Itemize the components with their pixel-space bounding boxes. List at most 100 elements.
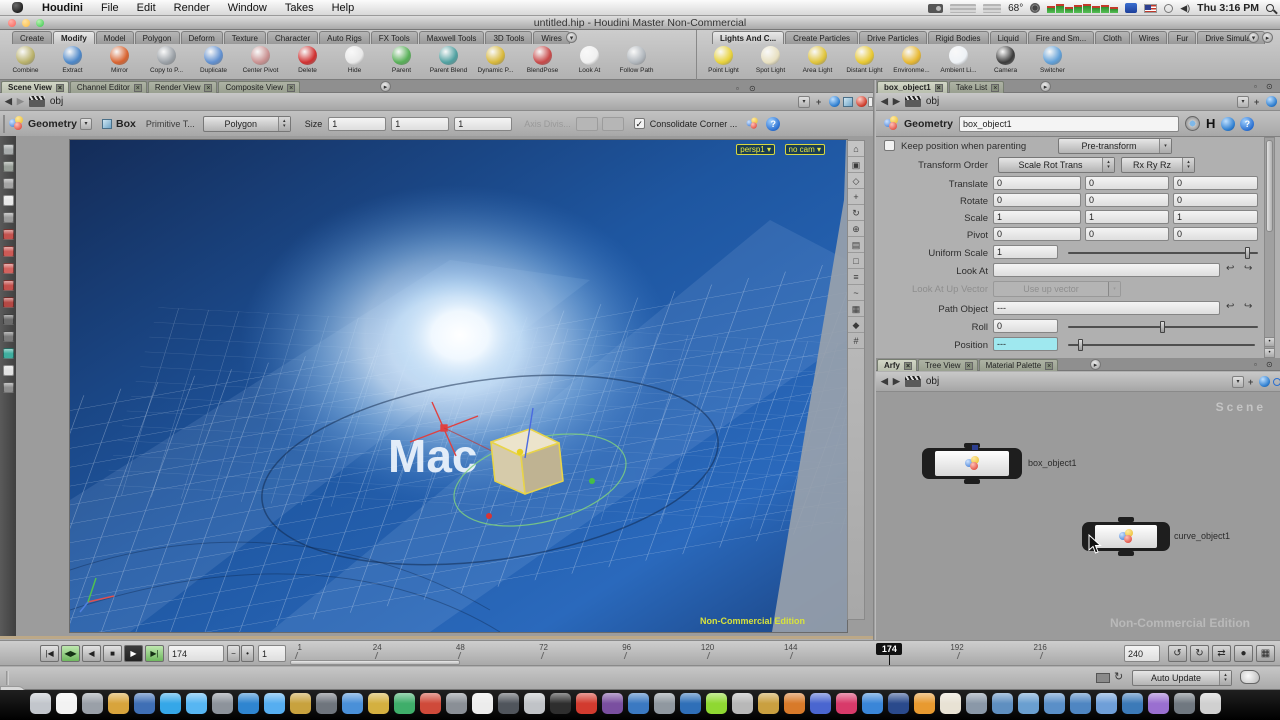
anim-options-button[interactable]: ↺: [1168, 645, 1187, 662]
ambient-li-icon[interactable]: [949, 46, 968, 65]
maximize-pane-icon[interactable]: ▫: [736, 84, 739, 93]
shelf-tool-mirror[interactable]: Mirror: [96, 45, 143, 79]
viewport-tool-icon[interactable]: [3, 144, 14, 155]
delete-icon[interactable]: [298, 46, 317, 65]
distant-light-icon[interactable]: [855, 46, 874, 65]
shelf-tool-environme[interactable]: Environme...: [888, 45, 935, 79]
roll-field[interactable]: 0: [993, 319, 1058, 333]
timeline-scrollbar[interactable]: [290, 660, 460, 665]
viewport-view-tool-icon[interactable]: □: [848, 253, 864, 269]
dock-app-icon[interactable]: [1044, 693, 1065, 714]
dock-app-icon[interactable]: [134, 693, 155, 714]
shelf-tool-look-at[interactable]: Look At: [566, 45, 613, 79]
shelf-tool-switcher[interactable]: Switcher: [1029, 45, 1076, 79]
nav-back-icon[interactable]: ◀: [881, 376, 888, 387]
no-cam-menu[interactable]: no cam ▾: [785, 144, 825, 155]
camera-menu[interactable]: persp1 ▾: [736, 144, 775, 155]
dock-app-icon[interactable]: [1096, 693, 1117, 714]
node-box-object1[interactable]: [922, 448, 1022, 479]
look-at-icon[interactable]: [580, 46, 599, 65]
dock-app-icon[interactable]: [1070, 693, 1091, 714]
tab-material-palette[interactable]: Material Palette×: [979, 359, 1059, 371]
cpu-meter-icon[interactable]: [1047, 3, 1118, 13]
translate-z-field[interactable]: 0: [1173, 176, 1258, 190]
roll-slider[interactable]: [1068, 326, 1258, 328]
scale-x-field[interactable]: 1: [993, 210, 1081, 224]
primitive-mode-dropdown[interactable]: Polygon▴▾: [203, 116, 291, 132]
shelf-left-menu-icon[interactable]: ▾: [566, 32, 577, 43]
dock-app-icon[interactable]: [628, 693, 649, 714]
tab-scene-view[interactable]: Scene View×: [1, 81, 69, 93]
tab-composite-view[interactable]: Composite View×: [218, 81, 300, 93]
viewport-view-tool-icon[interactable]: ▣: [848, 157, 864, 173]
tab-wires[interactable]: Wires: [533, 31, 569, 44]
viewport-view-tool-icon[interactable]: ◇: [848, 173, 864, 189]
stop-button[interactable]: ■: [103, 645, 122, 662]
spot-light-icon[interactable]: [761, 46, 780, 65]
camera-icon[interactable]: [996, 46, 1015, 65]
dock-app-icon[interactable]: [186, 693, 207, 714]
nav-forward-icon[interactable]: ▶: [893, 96, 900, 107]
shelf-right-menu2-icon[interactable]: ▸: [1262, 32, 1273, 43]
mirror-icon[interactable]: [110, 46, 129, 65]
extract-icon[interactable]: [63, 46, 82, 65]
tab-render-view[interactable]: Render View×: [148, 81, 218, 93]
transform-order-dropdown[interactable]: Scale Rot Trans▴▾: [998, 157, 1115, 173]
prev-key-button[interactable]: ◀▶: [61, 645, 80, 662]
viewport-tool-icon[interactable]: [3, 161, 14, 172]
viewport-render[interactable]: Mac: [70, 140, 847, 632]
houdini-badge-icon[interactable]: H: [1206, 116, 1215, 131]
dock-app-icon[interactable]: [290, 693, 311, 714]
timeline[interactable]: |◀◀▶◀■▶▶| 174 − • 1 12448729612014419221…: [0, 640, 1280, 666]
tab-fur[interactable]: Fur: [1168, 31, 1196, 44]
render-teapot-icon[interactable]: [1240, 670, 1260, 684]
dock-app-icon[interactable]: [82, 693, 103, 714]
size-z-field[interactable]: 1: [454, 117, 512, 131]
path-object-field[interactable]: ---: [993, 301, 1220, 315]
link-icon[interactable]: [1266, 96, 1277, 107]
range-end-field[interactable]: 240: [1124, 645, 1160, 662]
refresh-icon[interactable]: ↻: [1114, 670, 1123, 683]
dock-app-icon[interactable]: [368, 693, 389, 714]
point-light-icon[interactable]: [714, 46, 733, 65]
tab-model[interactable]: Model: [96, 31, 134, 44]
dock-app-icon[interactable]: [342, 693, 363, 714]
dock-app-icon[interactable]: [1122, 693, 1143, 714]
dock-app-icon[interactable]: [1018, 693, 1039, 714]
follow-path-icon[interactable]: [627, 46, 646, 65]
window-titlebar[interactable]: untitled.hip - Houdini Master Non-Commer…: [0, 16, 1280, 30]
close-tab-icon[interactable]: ×: [965, 362, 973, 370]
gear-ring-icon[interactable]: [1185, 116, 1200, 131]
scale-y-field[interactable]: 1: [1085, 210, 1169, 224]
dock-app-icon[interactable]: [680, 693, 701, 714]
network-search-icon[interactable]: [1273, 378, 1280, 386]
viewport-tool-icon[interactable]: [3, 280, 14, 291]
translate-y-field[interactable]: 0: [1085, 176, 1169, 190]
shelf-tool-parent-blend[interactable]: Parent Blend: [425, 45, 472, 79]
tab-deform[interactable]: Deform: [181, 31, 223, 44]
tab-auto-rigs[interactable]: Auto Rigs: [319, 31, 370, 44]
dock-app-icon[interactable]: [758, 693, 779, 714]
shelf-tool-delete[interactable]: Delete: [284, 45, 331, 79]
viewport-view-tool-icon[interactable]: ⊕: [848, 221, 864, 237]
duplicate-icon[interactable]: [204, 46, 223, 65]
tab-3d-tools[interactable]: 3D Tools: [485, 31, 532, 44]
dock-app-icon[interactable]: [784, 693, 805, 714]
bluetooth-status-icon[interactable]: [1125, 3, 1137, 13]
tab-create-particles[interactable]: Create Particles: [785, 31, 858, 44]
viewport-view-tool-icon[interactable]: ◆: [848, 317, 864, 333]
pin-pane-icon[interactable]: +: [1248, 377, 1253, 387]
pivot-z-field[interactable]: 0: [1173, 227, 1258, 241]
shelf-tool-ambient-li[interactable]: Ambient Li...: [935, 45, 982, 79]
path-point-handle[interactable]: [589, 478, 595, 484]
link-icon[interactable]: [1259, 376, 1270, 387]
tab-rigid-bodies[interactable]: Rigid Bodies: [928, 31, 989, 44]
tab-box-object1[interactable]: box_object1×: [877, 81, 948, 93]
realtime-toggle-button[interactable]: ⇄: [1212, 645, 1231, 662]
maximize-pane-icon[interactable]: ▫: [1254, 360, 1257, 369]
viewport-view-tool-icon[interactable]: ≡: [848, 269, 864, 285]
dock-app-icon[interactable]: [992, 693, 1013, 714]
maximize-pane-icon[interactable]: ▫: [1254, 82, 1257, 91]
hide-icon[interactable]: [345, 46, 364, 65]
play-button[interactable]: ▶: [124, 645, 143, 662]
